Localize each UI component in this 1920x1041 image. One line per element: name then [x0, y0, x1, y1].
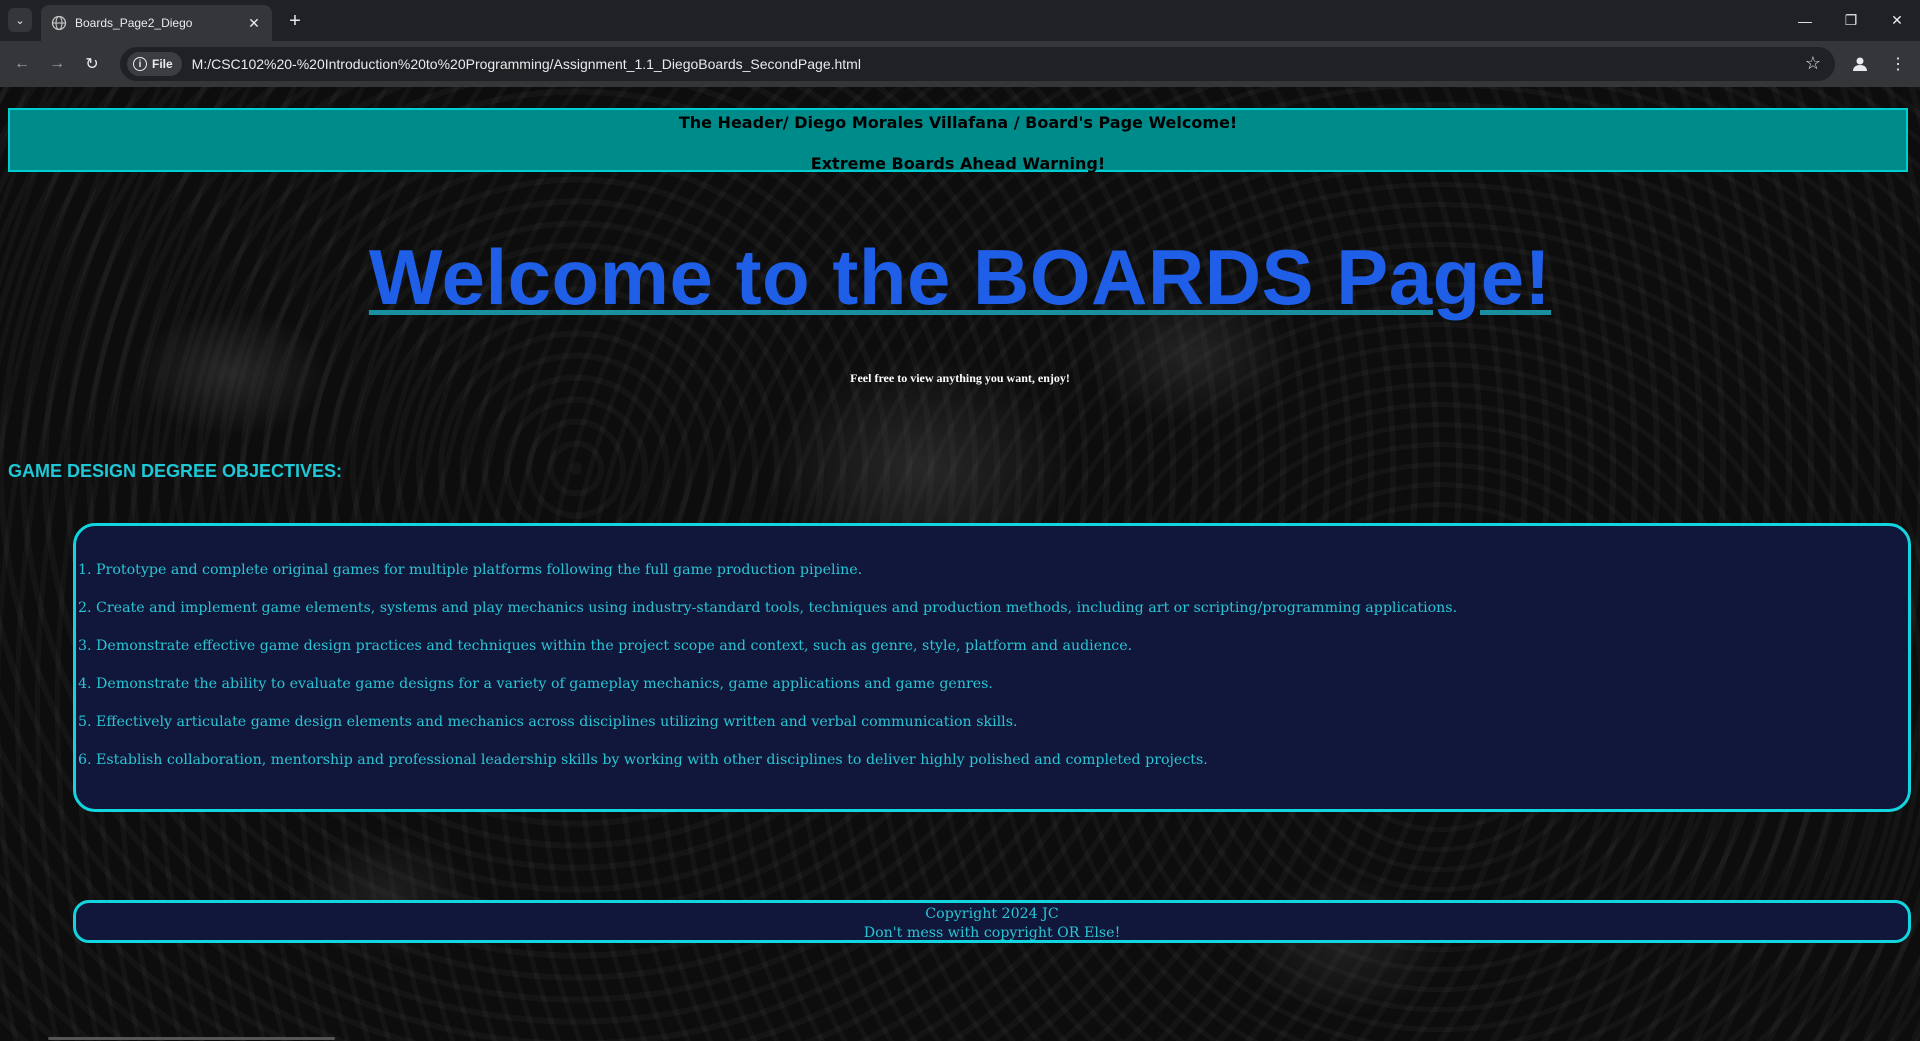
footer-copyright: Copyright 2024 JC: [925, 906, 1059, 922]
header-line-1: The Header/ Diego Morales Villafana / Bo…: [678, 113, 1238, 132]
forward-arrow-icon[interactable]: →: [45, 52, 69, 76]
horizontal-scrollbar[interactable]: [48, 1037, 335, 1040]
close-window-icon[interactable]: ✕: [1874, 0, 1920, 41]
objective-item-5: 5. Effectively articulate game design el…: [78, 714, 1018, 730]
site-info-chip[interactable]: i File: [127, 52, 182, 76]
browser-tab[interactable]: Boards_Page2_Diego ✕: [41, 5, 272, 41]
minimize-icon[interactable]: —: [1782, 0, 1828, 41]
reload-icon[interactable]: ↻: [80, 52, 104, 76]
objective-item-1: 1. Prototype and complete original games…: [78, 562, 863, 578]
footer: Copyright 2024 JC Don't mess with copyri…: [73, 900, 1911, 943]
tab-title: Boards_Page2_Diego: [75, 16, 193, 30]
menu-dots-icon[interactable]: ⋮: [1886, 52, 1910, 76]
objective-item-6: 6. Establish collaboration, mentorship a…: [78, 752, 1208, 768]
objective-item-2: 2. Create and implement game elements, s…: [78, 600, 1458, 616]
objectives-heading: GAME DESIGN DEGREE OBJECTIVES:: [8, 461, 343, 481]
objective-item-3: 3. Demonstrate effective game design pra…: [78, 638, 1133, 654]
objective-item-4: 4. Demonstrate the ability to evaluate g…: [78, 676, 993, 692]
chevron-down-icon: ⌄: [15, 14, 25, 27]
page-title: Welcome to the BOARDS Page!: [368, 233, 1552, 321]
tab-search-button[interactable]: ⌄: [8, 8, 32, 32]
url-text[interactable]: M:/CSC102%20-%20Introduction%20to%20Prog…: [192, 56, 861, 72]
browser-toolbar: ← → ↻ i File M:/CSC102%20-%20Introductio…: [0, 41, 1920, 87]
objectives-box: 1. Prototype and complete original games…: [73, 523, 1911, 812]
header-line-2: Extreme Boards Ahead Warning!: [810, 154, 1106, 173]
page-viewport: The Header/ Diego Morales Villafana / Bo…: [0, 87, 1920, 1041]
chip-label: File: [152, 57, 173, 71]
tab-strip: ⌄ Boards_Page2_Diego ✕ + — ❐ ✕: [0, 0, 1920, 41]
address-bar[interactable]: i File M:/CSC102%20-%20Introduction%20to…: [120, 47, 1835, 81]
close-tab-icon[interactable]: ✕: [244, 13, 264, 33]
page-subtitle: Feel free to view anything you want, enj…: [850, 371, 1070, 385]
profile-icon[interactable]: [1848, 52, 1872, 76]
footer-warning: Don't mess with copyright OR Else!: [863, 925, 1121, 941]
restore-icon[interactable]: ❐: [1828, 0, 1874, 41]
back-arrow-icon[interactable]: ←: [10, 52, 34, 76]
page-header: The Header/ Diego Morales Villafana / Bo…: [8, 108, 1908, 173]
info-icon: i: [133, 57, 147, 71]
new-tab-button[interactable]: +: [283, 9, 307, 33]
globe-icon: [51, 15, 67, 31]
bookmark-star-icon[interactable]: ☆: [1805, 53, 1821, 74]
